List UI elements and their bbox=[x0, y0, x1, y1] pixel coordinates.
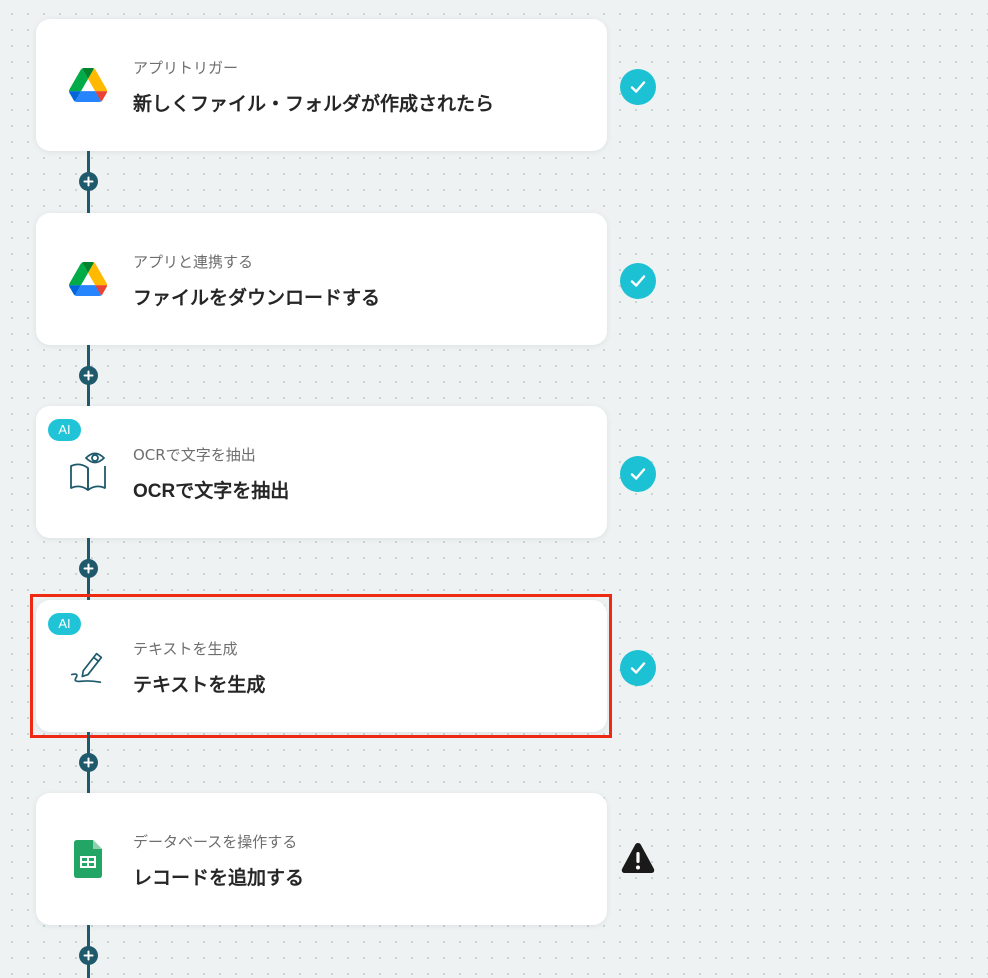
step-card[interactable]: AI OCRで文字を抽出 OCRで文字を抽出 bbox=[36, 406, 607, 538]
step-subtitle: アプリと連携する bbox=[133, 253, 254, 271]
check-icon bbox=[620, 263, 656, 299]
step-title: ファイルをダウンロードする bbox=[133, 288, 381, 309]
step-subtitle: OCRで文字を抽出 bbox=[133, 446, 256, 464]
check-icon bbox=[620, 456, 656, 492]
plus-icon bbox=[83, 370, 94, 381]
step-title: テキストを生成 bbox=[133, 675, 266, 696]
google-drive-icon bbox=[68, 259, 108, 299]
add-step-button[interactable] bbox=[79, 366, 98, 385]
step-subtitle: テキストを生成 bbox=[133, 640, 238, 658]
check-icon bbox=[620, 69, 656, 105]
step-title: レコードを追加する bbox=[133, 868, 305, 889]
step-card[interactable]: データベースを操作する レコードを追加する bbox=[36, 793, 607, 925]
step-card[interactable]: アプリと連携するファイルをダウンロードする bbox=[36, 213, 607, 345]
step-title: OCRで文字を抽出 bbox=[133, 481, 290, 502]
plus-icon bbox=[83, 563, 94, 574]
plus-icon bbox=[83, 176, 94, 187]
check-icon bbox=[620, 650, 656, 686]
google-sheets-icon bbox=[68, 839, 108, 879]
step-title: 新しくファイル・フォルダが作成されたら bbox=[133, 94, 495, 115]
ocr-book-eye-icon bbox=[68, 452, 108, 492]
step-subtitle: アプリトリガー bbox=[133, 59, 239, 77]
add-step-button[interactable] bbox=[79, 753, 98, 772]
google-drive-icon bbox=[68, 65, 108, 105]
ai-badge: AI bbox=[48, 419, 81, 441]
ai-badge: AI bbox=[48, 613, 81, 635]
plus-icon bbox=[83, 757, 94, 768]
add-step-button[interactable] bbox=[79, 559, 98, 578]
add-step-button[interactable] bbox=[79, 946, 98, 965]
add-step-button[interactable] bbox=[79, 172, 98, 191]
step-subtitle: データベースを操作する bbox=[133, 833, 298, 851]
step-card-selected[interactable]: AI テキストを生成 テキストを生成 bbox=[30, 594, 612, 738]
warning-icon bbox=[620, 841, 656, 877]
pen-scribble-icon bbox=[68, 646, 108, 686]
plus-icon bbox=[83, 950, 94, 961]
workflow-canvas: アプリトリガー新しくファイル・フォルダが作成されたら アプリと連携するファイルをダ… bbox=[0, 0, 988, 978]
step-card[interactable]: アプリトリガー新しくファイル・フォルダが作成されたら bbox=[36, 19, 607, 151]
